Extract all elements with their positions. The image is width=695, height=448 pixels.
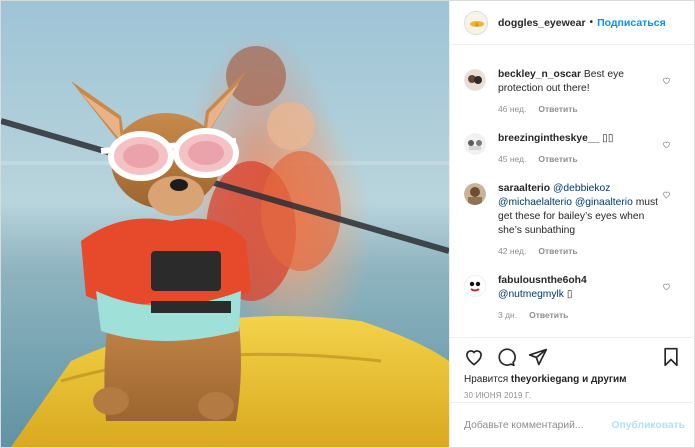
post-date[interactable]: 30 ИЮНЯ 2019 Г. xyxy=(464,391,681,400)
comment-item: saraalterio @debbiekoz @michaelalterio @… xyxy=(464,182,685,258)
comment-icon[interactable] xyxy=(496,347,516,367)
publish-button[interactable]: Опубликовать xyxy=(611,420,685,431)
follow-button[interactable]: Подписаться xyxy=(597,17,666,29)
likes-line: Нравится theyorkiegang и другим xyxy=(464,374,681,385)
post-header: D doggles_eyewear • Подписаться xyxy=(450,1,694,45)
comment-time[interactable]: 46 нед. xyxy=(498,102,526,116)
comment-text: ▯ xyxy=(563,289,573,300)
comment-like-icon[interactable] xyxy=(662,190,671,199)
comment-body: breezingintheskye__ ▯▯ 45 нед. Ответить xyxy=(498,132,666,166)
comment-text: ▯▯ xyxy=(602,133,614,144)
comment-time[interactable]: 3 дн. xyxy=(498,308,517,322)
comment-input[interactable] xyxy=(464,419,612,431)
reply-button[interactable]: Ответить xyxy=(538,102,577,116)
likes-user-link[interactable]: theyorkiegang xyxy=(511,374,579,385)
comment-item: fabulousnthe6oh4 @nutmegmylk ▯ 3 дн. Отв… xyxy=(464,274,685,322)
comment-item: beckley_n_oscar Best eye protection out … xyxy=(464,68,685,116)
comment-body: beckley_n_oscar Best eye protection out … xyxy=(498,68,666,116)
author-avatar[interactable]: D xyxy=(464,10,488,35)
comment-username[interactable]: breezingintheskye__ xyxy=(498,133,599,144)
author-username[interactable]: doggles_eyewear xyxy=(498,17,586,29)
action-icons xyxy=(464,346,681,368)
comment-body: fabulousnthe6oh4 @nutmegmylk ▯ 3 дн. Отв… xyxy=(498,274,666,322)
likes-suffix[interactable]: и другим xyxy=(582,374,627,385)
mention-link[interactable]: @nutmegmylk xyxy=(498,289,564,300)
commenter-avatar[interactable] xyxy=(464,69,486,91)
mention-link[interactable]: @debbiekoz xyxy=(553,183,610,194)
share-icon[interactable] xyxy=(528,347,548,367)
commenter-avatar[interactable] xyxy=(464,275,486,297)
comment-like-icon[interactable] xyxy=(662,282,671,291)
comment-like-icon[interactable] xyxy=(662,140,671,149)
likes-prefix: Нравится xyxy=(464,374,509,385)
heart-icon[interactable] xyxy=(464,347,484,367)
add-comment-bar: Опубликовать xyxy=(450,402,695,447)
comment-meta: 45 нед. Ответить xyxy=(498,152,666,166)
comment-username[interactable]: fabulousnthe6oh4 xyxy=(498,275,587,286)
comment-username[interactable]: saraalterio xyxy=(498,183,550,194)
svg-text:D: D xyxy=(476,22,479,27)
post-sidebar: D doggles_eyewear • Подписаться beckley_… xyxy=(449,1,695,447)
mention-link[interactable]: @michaelalterio xyxy=(498,197,572,208)
bookmark-icon[interactable] xyxy=(661,347,681,367)
comment-item: breezingintheskye__ ▯▯ 45 нед. Ответить xyxy=(464,132,685,166)
comment-meta: 42 нед. Ответить xyxy=(498,244,666,258)
comment-meta: 46 нед. Ответить xyxy=(498,102,666,116)
mention-link[interactable]: @ginaalterio xyxy=(575,197,633,208)
post-photo[interactable] xyxy=(1,1,449,447)
post-modal: D doggles_eyewear • Подписаться beckley_… xyxy=(0,0,695,448)
comments-list[interactable]: beckley_n_oscar Best eye protection out … xyxy=(450,46,695,336)
comment-body: saraalterio @debbiekoz @michaelalterio @… xyxy=(498,182,666,258)
reply-button[interactable]: Ответить xyxy=(529,308,568,322)
reply-button[interactable]: Ответить xyxy=(538,152,577,166)
comment-time[interactable]: 42 нед. xyxy=(498,244,526,258)
reply-button[interactable]: Ответить xyxy=(538,244,577,258)
comment-like-icon[interactable] xyxy=(662,76,671,85)
comment-time[interactable]: 45 нед. xyxy=(498,152,526,166)
comment-username[interactable]: beckley_n_oscar xyxy=(498,69,581,80)
commenter-avatar[interactable] xyxy=(464,133,486,155)
separator-dot: • xyxy=(589,17,594,28)
commenter-avatar[interactable] xyxy=(464,183,486,205)
post-image xyxy=(1,1,449,447)
comment-meta: 3 дн. Ответить xyxy=(498,308,666,322)
